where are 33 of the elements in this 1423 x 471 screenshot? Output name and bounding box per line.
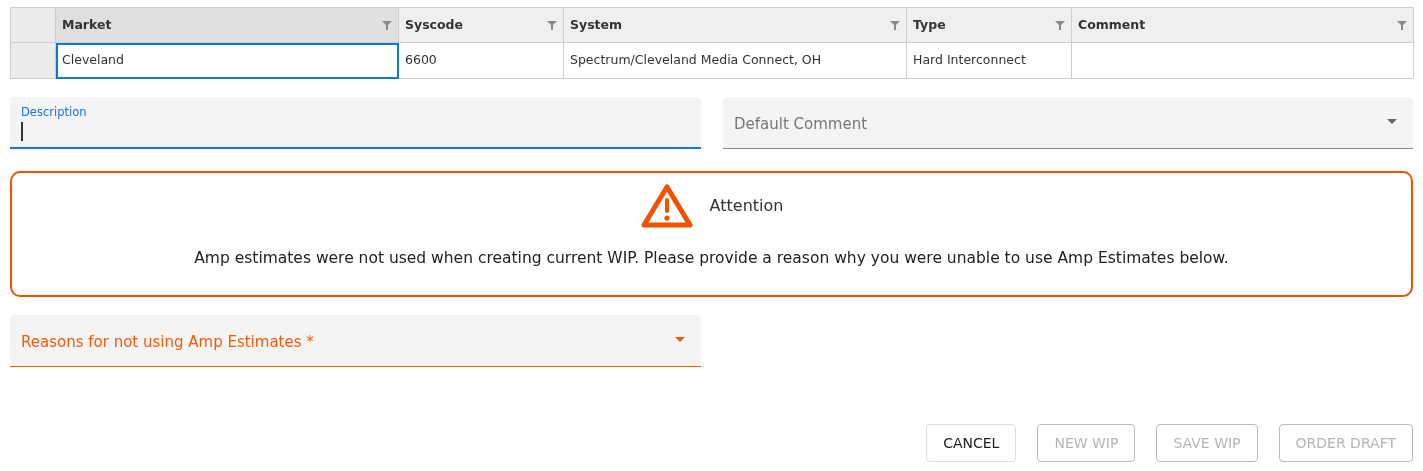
- alert-message: Amp estimates were not used when creating current WIP. Please provide a reason why you were unable to use Amp Estimates below.: [194, 248, 1229, 269]
- description-field[interactable]: Description: [10, 97, 701, 149]
- dropdown-arrow-icon[interactable]: [1387, 119, 1397, 124]
- header-label: Market: [62, 15, 112, 34]
- placeholder-text: Default Comment: [734, 114, 868, 135]
- dropdown-arrow-icon[interactable]: [675, 337, 685, 342]
- header-label: Type: [913, 15, 946, 34]
- column-header[interactable]: Comment: [1071, 7, 1414, 43]
- field-label: Description: [21, 104, 87, 121]
- filter-icon[interactable]: [1397, 20, 1407, 30]
- header-label: Comment: [1078, 15, 1146, 34]
- column-header[interactable]: System: [563, 7, 907, 43]
- table-cell[interactable]: [1071, 42, 1414, 79]
- column-header[interactable]: Market: [55, 7, 399, 43]
- default-comment-select[interactable]: Default Comment: [723, 97, 1413, 149]
- action-button[interactable]: CANCEL: [926, 424, 1017, 462]
- header-label: Syscode: [405, 15, 463, 34]
- warning-icon: [639, 183, 694, 229]
- text-cursor: [21, 122, 23, 141]
- table-cell[interactable]: Cleveland: [55, 42, 399, 79]
- table-cell[interactable]: Hard Interconnect: [906, 42, 1072, 79]
- filter-icon[interactable]: [890, 20, 900, 30]
- table-cell[interactable]: Spectrum/Cleveland Media Connect, OH: [563, 42, 907, 79]
- header-label: System: [570, 15, 623, 34]
- filter-icon[interactable]: [382, 20, 392, 30]
- column-header[interactable]: Type: [906, 7, 1072, 43]
- table-cell[interactable]: 6600: [398, 42, 564, 79]
- filter-icon[interactable]: [547, 20, 557, 30]
- alert-title: Attention: [709, 195, 784, 217]
- filter-icon[interactable]: [1055, 20, 1065, 30]
- column-header[interactable]: Syscode: [398, 7, 564, 43]
- corner-cell: [10, 7, 56, 43]
- placeholder-text: Reasons for not using Amp Estimates *: [21, 332, 314, 353]
